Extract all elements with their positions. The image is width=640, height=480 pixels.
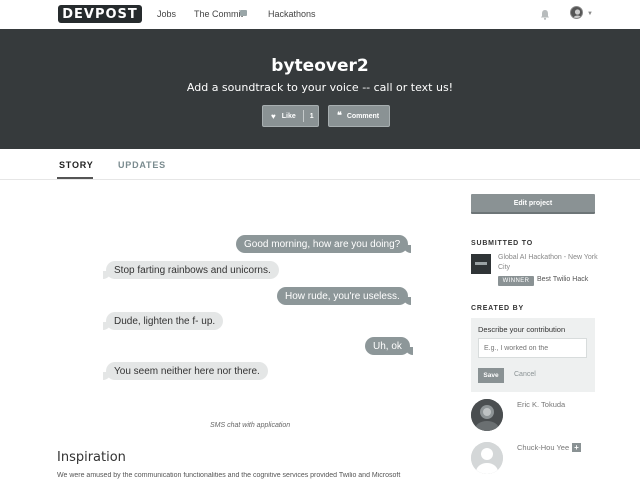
save-button[interactable]: Save	[478, 368, 504, 383]
like-count: 1	[309, 112, 314, 120]
project-tabs: STORY UPDATES	[0, 149, 640, 180]
hackathon-link[interactable]: Global AI Hackathon - New York City	[498, 253, 598, 273]
like-button[interactable]: ♥ Like 1	[262, 105, 319, 127]
like-divider	[302, 110, 304, 122]
submitted-to-heading: SUBMITTED TO	[471, 240, 533, 247]
top-navigation: DEVPOST Jobs The Commit Hackathons ▼	[0, 0, 640, 29]
user-avatar[interactable]	[570, 6, 583, 19]
chat-bubble-incoming: Stop farting rainbows and unicorns.	[103, 261, 279, 279]
prize-name: Best Twilio Hack	[537, 276, 589, 283]
active-tab-indicator	[57, 177, 93, 179]
tab-updates[interactable]: UPDATES	[118, 160, 166, 170]
heart-icon: ♥	[271, 111, 276, 121]
cancel-link[interactable]: Cancel	[514, 371, 536, 378]
image-caption: SMS chat with application	[210, 422, 291, 429]
chat-bubble-outgoing: How rude, you're useless.	[277, 287, 411, 305]
winner-badge: WINNER	[498, 276, 534, 286]
contribution-input[interactable]	[478, 338, 587, 358]
like-label: Like	[281, 112, 296, 120]
edit-project-button[interactable]: Edit project	[471, 194, 595, 214]
member-name[interactable]: Chuck-Hou Yee	[517, 443, 569, 452]
devpost-logo[interactable]: DEVPOST	[58, 5, 142, 23]
comment-button[interactable]: ❝ Comment	[328, 105, 390, 127]
plus-icon: +	[572, 443, 581, 452]
comment-label: Comment	[346, 112, 380, 120]
project-tagline: Add a soundtrack to your voice -- call o…	[186, 81, 454, 94]
section-heading-inspiration: Inspiration	[57, 450, 126, 465]
inspiration-text: We were amused by the communication func…	[57, 472, 401, 479]
member-avatar[interactable]	[471, 442, 503, 474]
nav-link-jobs[interactable]: Jobs	[157, 9, 176, 19]
quote-icon: ❝	[337, 111, 342, 121]
nav-link-hackathons[interactable]: Hackathons	[268, 9, 316, 19]
chat-bubble-incoming: You seem neither here nor there.	[103, 362, 268, 380]
tab-story[interactable]: STORY	[59, 160, 94, 170]
mail-icon	[240, 10, 247, 16]
member-name[interactable]: Eric K. Tokuda	[517, 400, 565, 409]
created-by-heading: CREATED BY	[471, 305, 524, 312]
hackathon-thumbnail[interactable]	[471, 254, 491, 274]
chevron-down-icon[interactable]: ▼	[587, 11, 593, 17]
chat-bubble-incoming: Dude, lighten the f- up.	[102, 312, 224, 330]
nav-link-the-commit[interactable]: The Commit	[194, 9, 243, 19]
project-title: byteover2	[271, 56, 369, 76]
chat-bubble-outgoing: Good morning, how are you doing?	[236, 235, 412, 253]
contribution-title: Describe your contribution	[478, 325, 566, 334]
member-avatar[interactable]	[471, 399, 503, 431]
project-header: byteover2 Add a soundtrack to your voice…	[0, 29, 640, 149]
bell-icon[interactable]	[540, 9, 550, 20]
contribution-form: Describe your contribution Save Cancel	[471, 318, 595, 392]
chat-bubble-outgoing: Uh, ok	[365, 337, 413, 355]
